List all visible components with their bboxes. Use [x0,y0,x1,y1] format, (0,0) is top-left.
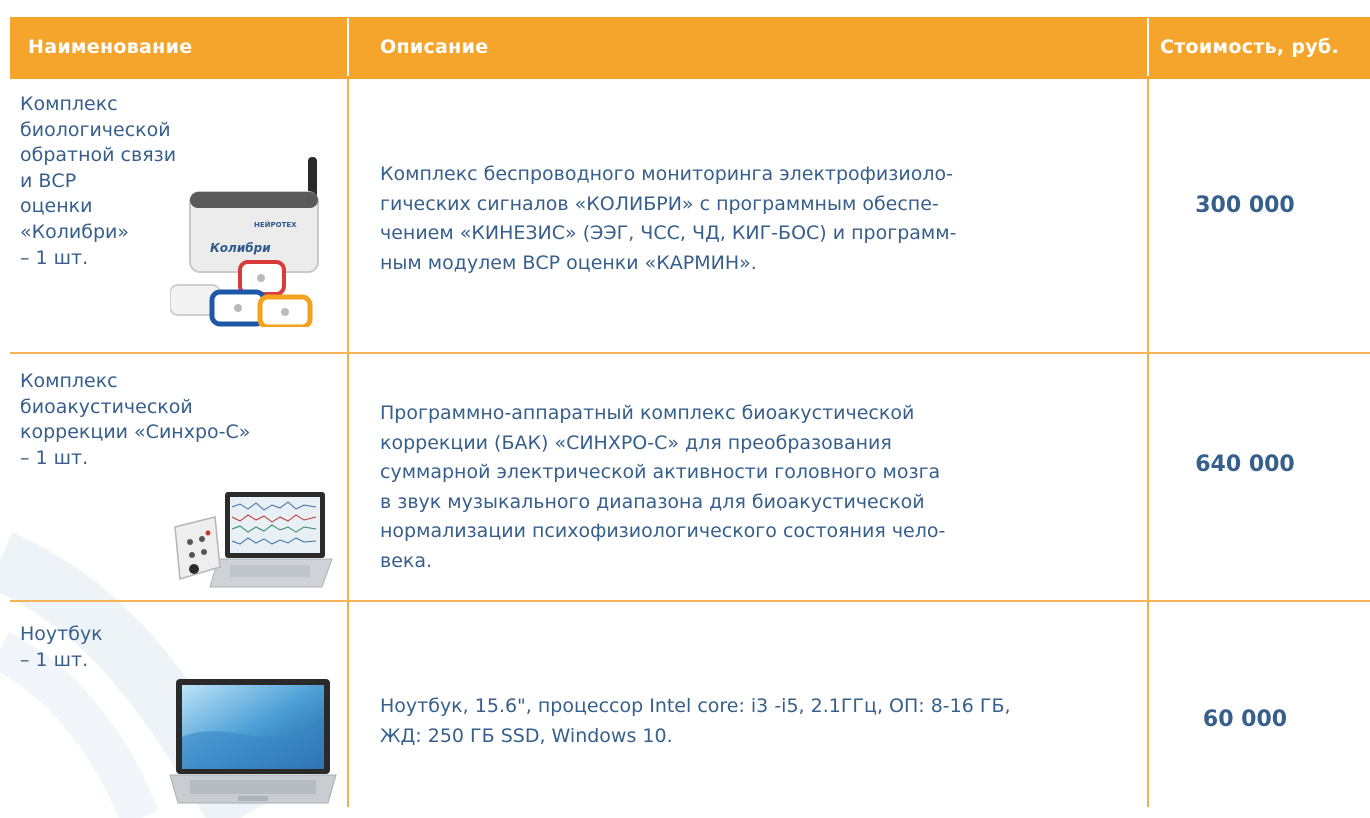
laptop-icon [169,679,337,804]
column-divider [347,79,349,807]
header-name: Наименование [28,36,193,58]
device-label: Колибри [210,241,271,255]
name-line: Ноутбук [20,623,103,645]
description-line: суммарной электрической активности голов… [380,461,941,484]
name-line: и ВСР [20,169,77,192]
name-line: – 1 шт. [20,446,89,469]
name-line: – 1 шт. [20,648,89,671]
description-line: Программно-аппаратный комплекс биоакусти… [380,402,915,424]
description-line: ным модулем ВСР оценки «КАРМИН». [380,251,757,274]
name-line: Комплекс [20,370,118,392]
column-divider [1147,79,1149,807]
header-divider [347,18,349,76]
description-line: Комплекс беспроводного мониторинга элект… [380,163,953,185]
price-table: Наименование Описание Стоимость, руб. Ко… [10,17,1370,817]
row-divider [10,600,1370,602]
header-price: Стоимость, руб. [1160,36,1339,58]
header-divider [1147,18,1149,76]
device-brand: НЕЙРОТЕХ [254,220,297,229]
header-description: Описание [380,36,489,58]
row-1-price: 300 000 [1195,193,1295,218]
laptop-with-amplifier-icon [174,492,333,588]
description-line: века. [380,549,433,572]
description-line: нормализации психофизиологического состо… [380,520,946,543]
name-line: – 1 шт. [20,246,89,269]
row-2-name: Комплекс биоакустической коррекции «Синх… [20,369,250,471]
description-line: ЖД: 250 ГБ SSD, Windows 10. [380,724,673,747]
table-header: Наименование Описание Стоимость, руб. [10,17,1370,79]
description-line: коррекции (БАК) «СИНХРО-С» для преобразо… [380,431,892,454]
row-3-name: Ноутбук – 1 шт. [20,622,103,673]
description-line: Ноутбук, 15.6", процессор Intel core: i3… [380,695,1011,717]
name-line: коррекции «Синхро-С» [20,421,251,444]
row-1-description: Комплекс беспроводного мониторинга элект… [380,160,1120,278]
name-line: «Колибри» [20,220,129,243]
row-1-name: Комплекс биологической обратной связи и … [20,92,176,271]
name-line: биологической [20,118,171,141]
row-2-description: Программно-аппаратный комплекс биоакусти… [380,399,1120,577]
row-divider [10,352,1370,354]
row-2-price: 640 000 [1195,452,1295,477]
description-line: чением «КИНЕЗИС» (ЭЭГ, ЧСС, ЧД, КИГ-БОС)… [380,222,957,245]
name-line: Комплекс [20,93,118,115]
description-line: гических сигналов «КОЛИБРИ» с программны… [380,192,939,215]
wireless-device-icon: НЕЙРОТЕХ Колибри [170,157,319,327]
row-3-price: 60 000 [1202,707,1288,732]
description-line: в звук музыкального диапазона для биоаку… [380,490,925,513]
name-line: биоакустической [20,395,193,418]
row-3-description: Ноутбук, 15.6", процессор Intel core: i3… [380,692,1120,751]
name-line: оценки [20,195,93,218]
name-line: обратной связи [20,144,177,167]
